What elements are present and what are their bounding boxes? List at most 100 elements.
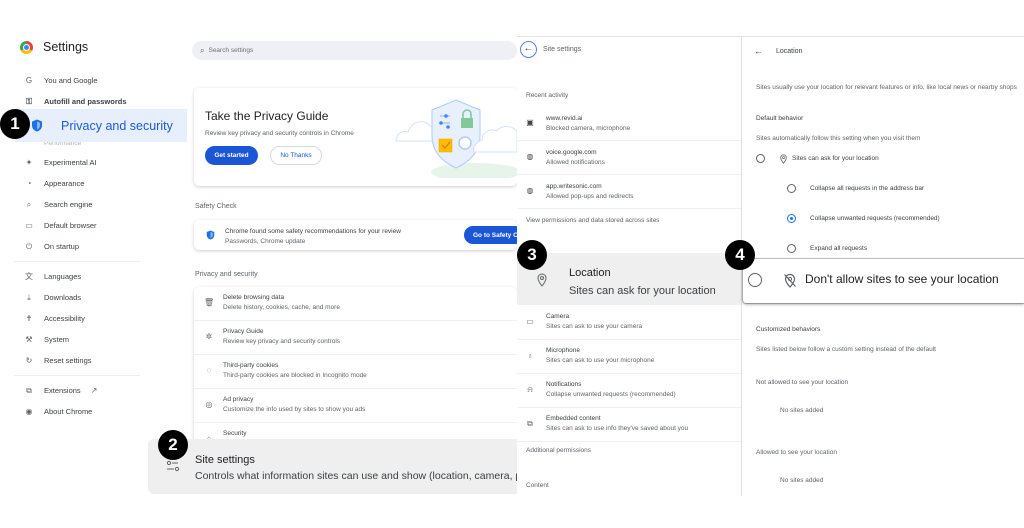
step-badge-4: 4	[725, 240, 755, 270]
privacy-settings-list: 🗑 Delete browsing data Delete history, c…	[194, 287, 517, 447]
recent-activity-item[interactable]: ◍ voice.google.com Allowed notifications	[517, 141, 741, 175]
sidebar-item-label: Privacy and security	[61, 118, 173, 133]
step-badge-1: 1	[0, 109, 30, 139]
site-settings-row[interactable]: Site settings Controls what information …	[148, 439, 517, 494]
camera-permission-row[interactable]: ▭ Camera Sites can ask to use your camer…	[517, 306, 741, 340]
sidebar-divider	[14, 375, 140, 376]
permission-subtitle: Sites can ask to use your camera	[546, 323, 643, 330]
expand-all-radio[interactable]	[787, 244, 796, 253]
permission-title: Embedded content	[546, 415, 601, 422]
sidebar-item-label: Search engine	[44, 200, 93, 209]
settings-title: Settings	[43, 40, 89, 54]
palette-icon: ◔	[26, 179, 32, 188]
deny-location-option[interactable]: Don't allow sites to see your location	[743, 259, 1024, 303]
camera-icon: ▭	[526, 317, 534, 326]
sidebar-item-label: On startup	[44, 242, 80, 251]
ad-privacy-icon: ◎	[205, 400, 213, 409]
sidebar-item-accessibility[interactable]: ✝ Accessibility	[0, 308, 190, 329]
sidebar-item-appearance[interactable]: ◔ Appearance	[0, 173, 190, 194]
sidebar-item-on-startup[interactable]: ⏻ On startup	[0, 236, 190, 257]
safety-check-card: Chrome found some safety recommendations…	[194, 220, 524, 250]
safety-check-message: Chrome found some safety recommendations…	[225, 228, 401, 235]
sidebar-item-experimental-ai[interactable]: ✦ Experimental AI	[0, 152, 190, 173]
sidebar-item-languages[interactable]: 文 Languages	[0, 266, 190, 287]
notifications-permission-row[interactable]: ⍾ Notifications Collapse unwanted reques…	[517, 374, 741, 408]
sidebar-item-downloads[interactable]: ⤓ Downloads	[0, 287, 190, 308]
expand-all-label: Expand all requests	[810, 245, 868, 252]
go-to-safety-check-button[interactable]: Go to Safety Check	[464, 226, 524, 244]
sidebar-item-system[interactable]: ⚒ System	[0, 329, 190, 350]
row-title: Third-party cookies	[223, 362, 279, 369]
row-title: Security	[223, 430, 247, 437]
additional-permissions-heading[interactable]: Additional permissions	[526, 447, 591, 454]
customized-behaviors-description: Sites listed below follow a custom setti…	[756, 346, 936, 353]
site-settings-page-title: Site settings	[543, 46, 582, 53]
safety-check-heading: Safety Check	[195, 203, 237, 210]
microphone-permission-row[interactable]: ♁ Microphone Sites can ask to use your m…	[517, 340, 741, 374]
permission-subtitle: Sites can ask to use your microphone	[546, 357, 655, 364]
no-thanks-button[interactable]: No Thanks	[270, 146, 322, 165]
sidebar-item-you-and-google[interactable]: G You and Google	[0, 70, 190, 91]
row-title: Delete browsing data	[223, 294, 285, 301]
search-input[interactable]: ⌕ Search settings	[192, 41, 517, 60]
reset-icon: ↻	[25, 356, 33, 365]
site-name: www.revid.ai	[546, 115, 583, 122]
delete-browsing-data-row[interactable]: 🗑 Delete browsing data Delete history, c…	[194, 287, 517, 321]
recent-activity-item[interactable]: ◍ app.writesonic.com Allowed pop-ups and…	[517, 175, 741, 209]
microphone-icon: ♁	[527, 351, 533, 360]
location-description: Sites usually use your location for rele…	[756, 84, 1017, 91]
recent-activity-item[interactable]: ▣ www.revid.ai Blocked camera, microphon…	[517, 107, 741, 141]
sidebar-item-default-browser[interactable]: ▭ Default browser	[0, 215, 190, 236]
power-icon: ⏻	[25, 241, 33, 251]
privacy-guide-row[interactable]: ✲ Privacy Guide Review key privacy and s…	[194, 321, 517, 355]
row-title: Ad privacy	[223, 396, 254, 403]
row-subtitle: Third-party cookies are blocked in Incog…	[223, 372, 367, 379]
wrench-icon: ⚒	[25, 335, 33, 344]
ad-privacy-row[interactable]: ◎ Ad privacy Customize the info used by …	[194, 389, 517, 423]
location-pin-icon	[537, 273, 547, 287]
third-party-cookies-row[interactable]: ◌ Third-party cookies Third-party cookie…	[194, 355, 517, 389]
sidebar-item-privacy-and-security[interactable]: Privacy and security	[15, 109, 187, 142]
deny-location-radio[interactable]	[748, 273, 762, 287]
allowed-heading: Allowed to see your location	[756, 449, 837, 456]
sidebar-item-label: Experimental AI	[44, 158, 97, 167]
collapse-unwanted-label: Collapse unwanted requests (recommended)	[810, 215, 940, 222]
sidebar-item-search-engine[interactable]: ⌕ Search engine	[0, 194, 190, 215]
collapse-unwanted-radio[interactable]	[787, 214, 796, 223]
step-badge-2: 2	[158, 430, 188, 460]
location-permission-row[interactable]: Location Sites can ask for your location	[517, 253, 741, 305]
permission-subtitle: Sites can ask to use info they've saved …	[546, 425, 689, 432]
site-activity: Allowed notifications	[546, 159, 605, 166]
sidebar-item-extensions[interactable]: ⧉ Extensions ↗	[0, 380, 190, 401]
back-arrow-icon[interactable]: ←	[520, 41, 537, 58]
location-page-title: Location	[776, 48, 803, 55]
site-name: app.writesonic.com	[546, 183, 602, 190]
sidebar-item-reset-settings[interactable]: ↻ Reset settings	[0, 350, 190, 371]
sidebar-item-label: You and Google	[44, 76, 98, 85]
location-title: Location	[569, 267, 611, 279]
privacy-guide-description: Review key privacy and security controls…	[205, 130, 354, 137]
back-arrow-icon[interactable]: ←	[754, 46, 763, 56]
site-name: voice.google.com	[546, 149, 597, 156]
sparkle-icon: ✦	[25, 158, 33, 167]
recent-activity-heading: Recent activity	[526, 92, 569, 99]
chrome-icon: ◉	[25, 407, 33, 416]
privacy-guide-illustration	[395, 99, 517, 178]
collapse-all-label: Collapse all requests in the address bar	[810, 185, 925, 192]
get-started-button[interactable]: Get started	[205, 146, 258, 165]
site-activity: Blocked camera, microphone	[546, 125, 631, 132]
embedded-content-permission-row[interactable]: ⧉ Embedded content Sites can ask to use …	[517, 408, 741, 442]
privacy-guide-title: Take the Privacy Guide	[205, 109, 329, 123]
embedded-content-icon: ⧉	[527, 419, 533, 428]
browser-window-icon: ▭	[25, 221, 33, 230]
collapse-all-radio[interactable]	[787, 184, 796, 193]
default-behavior-description: Sites automatically follow this setting …	[756, 135, 921, 142]
globe-icon: ◍	[526, 152, 534, 161]
view-permissions-link[interactable]: View permissions and data stored across …	[526, 217, 660, 224]
download-icon: ⤓	[27, 292, 31, 302]
sidebar-item-about-chrome[interactable]: ◉ About Chrome	[0, 401, 190, 422]
customized-behaviors-heading: Customized behaviors	[756, 326, 821, 333]
globe-icon: ◍	[526, 186, 534, 195]
sidebar-item-label: Default browser	[44, 221, 97, 230]
ask-location-radio[interactable]	[756, 154, 765, 163]
